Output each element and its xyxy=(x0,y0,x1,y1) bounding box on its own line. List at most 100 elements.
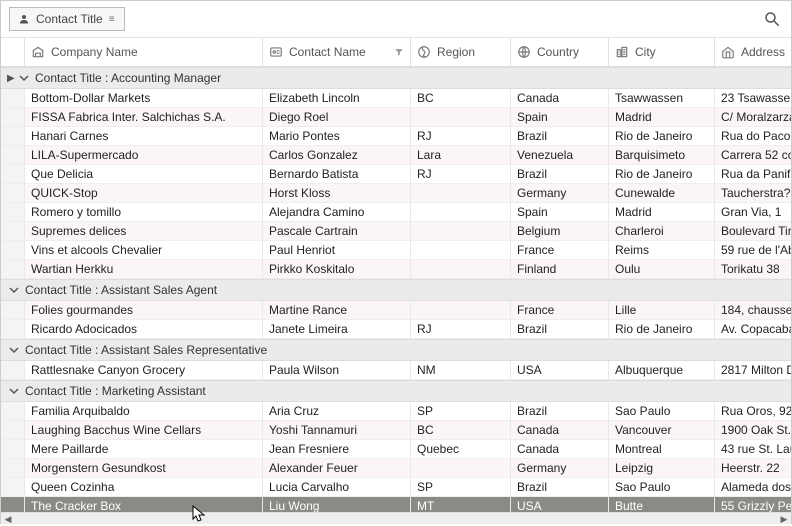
chevron-down-icon[interactable] xyxy=(7,283,21,297)
column-header-contact[interactable]: Contact Name xyxy=(263,38,411,66)
cell-company[interactable]: Familia Arquibaldo xyxy=(25,402,263,421)
cell-contact[interactable]: Martine Rance xyxy=(263,301,411,320)
cell-city[interactable]: Barquisimeto xyxy=(609,146,715,165)
cell-region[interactable] xyxy=(411,222,511,241)
cell-region[interactable] xyxy=(411,108,511,127)
cell-address[interactable]: 59 rue de l'Abba xyxy=(715,241,791,260)
cell-address[interactable]: Rua da Panificad xyxy=(715,165,791,184)
table-row[interactable]: Vins et alcools ChevalierPaul HenriotFra… xyxy=(1,241,791,260)
cell-country[interactable]: Finland xyxy=(511,260,609,279)
cell-region[interactable]: BC xyxy=(411,89,511,108)
cell-company[interactable]: Folies gourmandes xyxy=(25,301,263,320)
cell-city[interactable]: Lille xyxy=(609,301,715,320)
table-row[interactable]: Rattlesnake Canyon GroceryPaula WilsonNM… xyxy=(1,361,791,380)
column-header-company[interactable]: Company Name xyxy=(25,38,263,66)
cell-contact[interactable]: Pirkko Koskitalo xyxy=(263,260,411,279)
table-row[interactable]: Que DeliciaBernardo BatistaRJBrazilRio d… xyxy=(1,165,791,184)
chevron-down-icon[interactable] xyxy=(7,384,21,398)
cell-region[interactable]: SP xyxy=(411,478,511,497)
table-row[interactable]: Laughing Bacchus Wine CellarsYoshi Tanna… xyxy=(1,421,791,440)
cell-company[interactable]: Queen Cozinha xyxy=(25,478,263,497)
table-row[interactable]: Folies gourmandesMartine Rance FranceLill… xyxy=(1,301,791,320)
table-row[interactable]: Supremes delicesPascale CartrainBelgiumC… xyxy=(1,222,791,241)
cell-address[interactable]: Carrera 52 con A xyxy=(715,146,791,165)
column-header-country[interactable]: Country xyxy=(511,38,609,66)
table-row[interactable]: QUICK-StopHorst KlossGermanyCunewaldeTau… xyxy=(1,184,791,203)
cell-contact[interactable]: Alexander Feuer xyxy=(263,459,411,478)
cell-country[interactable]: Germany xyxy=(511,459,609,478)
table-row[interactable]: Familia ArquibaldoAria CruzSPBrazilSao P… xyxy=(1,402,791,421)
column-header-address[interactable]: Address xyxy=(715,38,792,66)
cell-region[interactable]: RJ xyxy=(411,165,511,184)
cell-contact[interactable]: Yoshi Tannamuri xyxy=(263,421,411,440)
cell-city[interactable]: Sao Paulo xyxy=(609,402,715,421)
cell-city[interactable]: Sao Paulo xyxy=(609,478,715,497)
cell-city[interactable]: Leipzig xyxy=(609,459,715,478)
cell-country[interactable]: France xyxy=(511,301,609,320)
cell-company[interactable]: Romero y tomillo xyxy=(25,203,263,222)
cell-address[interactable]: Boulevard Tirou, xyxy=(715,222,791,241)
cell-address[interactable]: 55 Grizzly Peak R xyxy=(715,497,791,512)
cell-country[interactable]: Canada xyxy=(511,440,609,459)
cell-city[interactable]: Madrid xyxy=(609,203,715,222)
cell-country[interactable]: Brazil xyxy=(511,320,609,339)
cell-address[interactable]: 43 rue St. Laure xyxy=(715,440,791,459)
cell-country[interactable]: USA xyxy=(511,361,609,380)
cell-address[interactable]: Taucherstra?e 1 xyxy=(715,184,791,203)
cell-country[interactable]: Canada xyxy=(511,89,609,108)
cell-region[interactable] xyxy=(411,301,511,320)
table-row[interactable]: Hanari CarnesMario PontesRJBrazilRio de … xyxy=(1,127,791,146)
table-row[interactable]: Ricardo AdocicadosJanete LimeiraRJBrazil… xyxy=(1,320,791,339)
cell-country[interactable]: Canada xyxy=(511,421,609,440)
table-row[interactable]: Mere PaillardeJean FresniereQuebecCanada… xyxy=(1,440,791,459)
table-row[interactable]: The Cracker BoxLiu WongMTUSAButte55 Griz… xyxy=(1,497,791,512)
cell-contact[interactable]: Horst Kloss xyxy=(263,184,411,203)
cell-country[interactable]: Spain xyxy=(511,203,609,222)
cell-region[interactable] xyxy=(411,241,511,260)
column-header-city[interactable]: City xyxy=(609,38,715,66)
cell-company[interactable]: Vins et alcools Chevalier xyxy=(25,241,263,260)
cell-company[interactable]: Que Delicia xyxy=(25,165,263,184)
cell-region[interactable]: MT xyxy=(411,497,511,512)
cell-country[interactable]: Brazil xyxy=(511,402,609,421)
cell-contact[interactable]: Lucia Carvalho xyxy=(263,478,411,497)
cell-contact[interactable]: Diego Roel xyxy=(263,108,411,127)
cell-contact[interactable]: Paula Wilson xyxy=(263,361,411,380)
cell-contact[interactable]: Liu Wong xyxy=(263,497,411,512)
group-by-chip[interactable]: Contact Title ≡ xyxy=(9,7,125,31)
scroll-right-icon[interactable]: ▶ xyxy=(777,513,791,525)
cell-address[interactable]: 184, chaussee d xyxy=(715,301,791,320)
table-row[interactable]: FISSA Fabrica Inter. Salchichas S.A.Dieg… xyxy=(1,108,791,127)
cell-country[interactable]: Spain xyxy=(511,108,609,127)
cell-city[interactable]: Tsawwassen xyxy=(609,89,715,108)
cell-region[interactable]: SP xyxy=(411,402,511,421)
cell-country[interactable]: Belgium xyxy=(511,222,609,241)
cell-address[interactable]: Alameda dos Can xyxy=(715,478,791,497)
cell-country[interactable]: Brazil xyxy=(511,127,609,146)
table-row[interactable]: Morgenstern GesundkostAlexander FeuerGer… xyxy=(1,459,791,478)
cell-company[interactable]: FISSA Fabrica Inter. Salchichas S.A. xyxy=(25,108,263,127)
cell-contact[interactable]: Carlos Gonzalez xyxy=(263,146,411,165)
cell-address[interactable]: Heerstr. 22 xyxy=(715,459,791,478)
cell-address[interactable]: 1900 Oak St. xyxy=(715,421,791,440)
horizontal-scrollbar[interactable]: ◀ ▶ xyxy=(1,512,791,524)
cell-company[interactable]: Supremes delices xyxy=(25,222,263,241)
cell-city[interactable]: Albuquerque xyxy=(609,361,715,380)
cell-region[interactable] xyxy=(411,459,511,478)
cell-country[interactable]: Germany xyxy=(511,184,609,203)
cell-company[interactable]: Bottom-Dollar Markets xyxy=(25,89,263,108)
group-header[interactable]: Contact Title : Assistant Sales Represen… xyxy=(1,339,791,361)
cell-address[interactable]: Torikatu 38 xyxy=(715,260,791,279)
cell-company[interactable]: Hanari Carnes xyxy=(25,127,263,146)
cell-contact[interactable]: Pascale Cartrain xyxy=(263,222,411,241)
cell-region[interactable] xyxy=(411,184,511,203)
cell-country[interactable]: Brazil xyxy=(511,478,609,497)
cell-company[interactable]: Wartian Herkku xyxy=(25,260,263,279)
chevron-down-icon[interactable] xyxy=(17,71,31,85)
cell-region[interactable]: RJ xyxy=(411,320,511,339)
cell-city[interactable]: Rio de Janeiro xyxy=(609,165,715,184)
cell-contact[interactable]: Aria Cruz xyxy=(263,402,411,421)
cell-contact[interactable]: Mario Pontes xyxy=(263,127,411,146)
table-row[interactable]: Romero y tomilloAlejandra CaminoSpainMad… xyxy=(1,203,791,222)
cell-city[interactable]: Rio de Janeiro xyxy=(609,127,715,146)
